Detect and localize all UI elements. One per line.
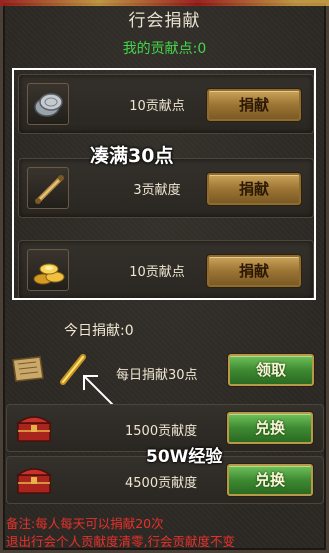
silver-coins-icon [27, 83, 69, 125]
donate-button-1[interactable]: 捐献 [207, 89, 301, 121]
donate-row-3-label: 10贡献点 [129, 265, 185, 280]
treasure-chest-icon [15, 416, 53, 442]
scroll-icon [27, 167, 69, 209]
daily-reward-row: 每日捐献30点 领取 [6, 346, 324, 396]
exchange-button-1[interactable]: 兑换 [227, 412, 313, 444]
guild-donation-panel: 行会捐献 我的贡献点:0 10贡献点 捐献 3贡献度 捐献 10贡献点 捐献 凑… [0, 0, 329, 553]
gold-ingots-icon [27, 249, 69, 291]
page-title: 行会捐献 [128, 11, 201, 31]
my-contribution-points: 我的贡献点:0 [122, 41, 207, 57]
donate-row-1: 10贡献点 捐献 [18, 74, 314, 134]
claim-button[interactable]: 领取 [228, 354, 314, 386]
annotation-fill-30: 凑满30点 [90, 145, 174, 167]
treasure-chest-icon [15, 468, 53, 494]
note-line-2: 退出行会个人贡献度清零,行会贡献度不变 [6, 534, 235, 549]
note-line-1: 备注:每人每天可以捐献20次 [6, 516, 164, 531]
donate-button-2[interactable]: 捐献 [207, 173, 301, 205]
donate-row-1-label: 10贡献点 [129, 99, 185, 114]
annotation-50w-exp: 50W经验 [146, 447, 223, 467]
exchange-row-2-label: 4500贡献度 [125, 476, 198, 491]
scroll-map-icon [12, 356, 44, 382]
donate-row-2-label: 3贡献度 [133, 183, 181, 198]
exchange-button-2[interactable]: 兑换 [227, 464, 313, 496]
donate-row-3: 10贡献点 捐献 [18, 240, 314, 300]
exchange-row-1-label: 1500贡献度 [125, 424, 198, 439]
donate-button-3[interactable]: 捐献 [207, 255, 301, 287]
today-donated: 今日捐献:0 [64, 323, 134, 339]
